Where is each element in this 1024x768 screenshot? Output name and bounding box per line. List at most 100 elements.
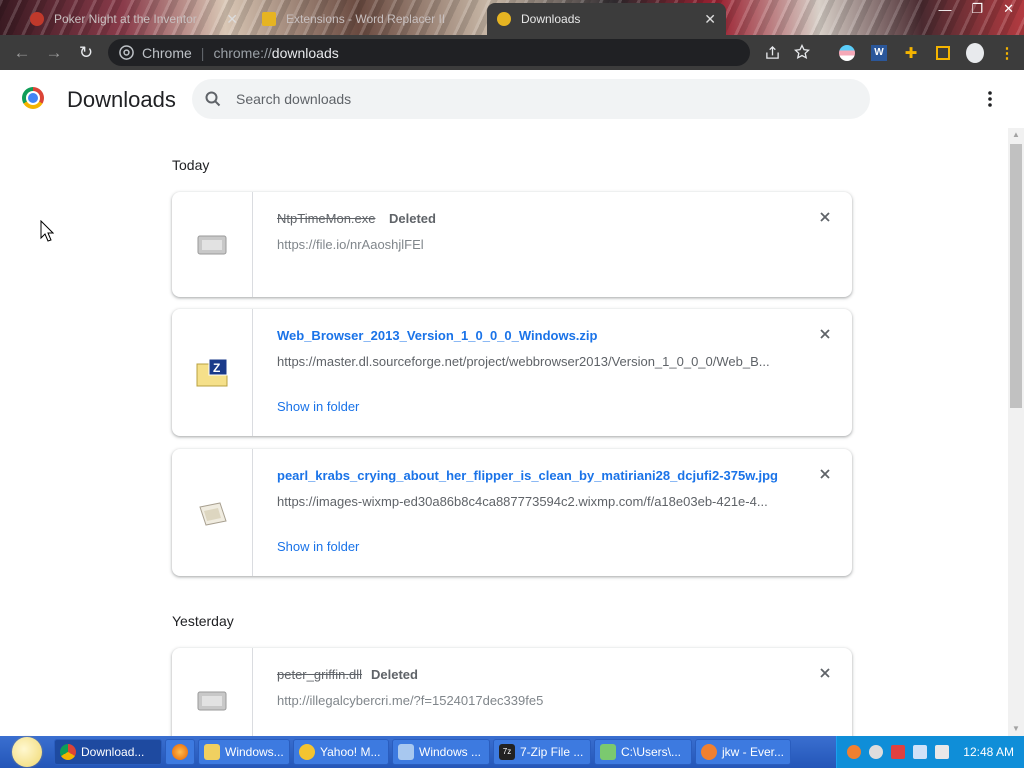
file-url[interactable]: https://master.dl.sourceforge.net/projec… bbox=[277, 354, 777, 369]
svg-text:Z: Z bbox=[213, 361, 220, 375]
image-file-icon bbox=[199, 501, 227, 526]
search-tray-icon[interactable] bbox=[847, 745, 862, 759]
page-scrollbar[interactable]: ▲ ▼ bbox=[1008, 128, 1024, 736]
file-url[interactable]: http://illegalcybercri.me/?f=1524017dec3… bbox=[277, 693, 777, 708]
home-folder-icon bbox=[600, 744, 616, 760]
scroll-down-arrow-icon[interactable]: ▼ bbox=[1008, 722, 1024, 736]
date-header-today: Today bbox=[172, 157, 210, 173]
tab-close-icon[interactable]: ✕ bbox=[704, 11, 716, 28]
browser-toolbar: ← → ↻ Chrome | chrome:// downloads W ✚ ⋮ bbox=[0, 35, 1024, 70]
volume-icon[interactable] bbox=[935, 745, 950, 759]
file-name-link[interactable]: Web_Browser_2013_Version_1_0_0_0_Windows… bbox=[277, 328, 597, 343]
taskbar-button-everything[interactable]: jkw - Ever... bbox=[695, 739, 791, 765]
taskbar-button-users[interactable]: C:\Users\... bbox=[594, 739, 692, 765]
back-icon[interactable]: ← bbox=[6, 43, 38, 63]
tab-close-icon[interactable]: ✕ bbox=[226, 11, 238, 28]
smiley-tray-icon[interactable] bbox=[869, 745, 884, 759]
downloads-header: Downloads bbox=[0, 70, 1024, 128]
file-url[interactable]: https://images-wixmp-ed30a86b8c4ca887773… bbox=[277, 494, 777, 509]
network-warning-icon[interactable] bbox=[891, 745, 906, 759]
bookmark-star-icon[interactable] bbox=[794, 44, 810, 60]
url-scheme: chrome:// bbox=[213, 44, 272, 61]
reload-icon[interactable]: ↻ bbox=[70, 43, 102, 63]
remove-item-icon[interactable] bbox=[818, 210, 832, 224]
taskbar-button-windows-2[interactable]: Windows ... bbox=[392, 739, 490, 765]
chrome-page-icon bbox=[119, 45, 134, 60]
search-icon bbox=[205, 91, 221, 107]
chrome-logo-icon bbox=[22, 87, 44, 109]
file-name-link[interactable]: pearl_krabs_crying_about_her_flipper_is_… bbox=[277, 468, 778, 483]
start-button[interactable] bbox=[0, 736, 54, 768]
more-options-icon[interactable] bbox=[984, 90, 996, 108]
side-panel-icon[interactable] bbox=[934, 44, 952, 62]
puzzle-extensions-icon[interactable]: ✚ bbox=[902, 44, 920, 62]
file-icon-column: Z bbox=[172, 309, 253, 436]
maximize-icon[interactable]: ❐ bbox=[971, 1, 983, 17]
address-bar[interactable]: Chrome | chrome:// downloads bbox=[108, 39, 810, 66]
taskbar-label: jkw - Ever... bbox=[722, 745, 785, 759]
menu-kebab-icon[interactable]: ⋮ bbox=[998, 44, 1016, 62]
show-in-folder-link[interactable]: Show in folder bbox=[277, 399, 359, 414]
download-item: pearl_krabs_crying_about_her_flipper_is_… bbox=[172, 449, 852, 576]
yahoo-messenger-icon bbox=[299, 744, 315, 760]
download-item: peter_griffin.dll Deleted http://illegal… bbox=[172, 648, 852, 736]
download-status: Deleted bbox=[371, 667, 418, 682]
taskbar-button-downloads[interactable]: Download... bbox=[54, 739, 162, 765]
file-name: peter_griffin.dll bbox=[277, 667, 363, 682]
tab-extensions[interactable]: Extensions - Word Replacer II bbox=[252, 3, 482, 35]
show-in-folder-link[interactable]: Show in folder bbox=[277, 539, 359, 554]
taskbar-button-windows-1[interactable]: Windows... bbox=[198, 739, 290, 765]
mouse-cursor-icon bbox=[40, 220, 54, 242]
system-tray: 12:48 AM bbox=[836, 736, 1024, 768]
flag-extension-icon[interactable] bbox=[838, 44, 856, 62]
tab-poker-night[interactable]: Poker Night at the Inventor ✕ bbox=[20, 3, 248, 35]
page-title: Downloads bbox=[67, 87, 176, 112]
monitor-tray-icon[interactable] bbox=[913, 745, 928, 759]
url-path: downloads bbox=[271, 44, 339, 61]
generic-file-icon bbox=[197, 691, 227, 710]
scroll-thumb[interactable] bbox=[1010, 144, 1022, 408]
remove-item-icon[interactable] bbox=[818, 467, 832, 481]
download-status: Deleted bbox=[389, 211, 436, 226]
tab-strip: Poker Night at the Inventor ✕ Extensions… bbox=[0, 0, 1024, 35]
puzzle-icon bbox=[262, 12, 276, 26]
extension-icons: W ✚ ⋮ bbox=[838, 35, 1016, 70]
search-box[interactable] bbox=[192, 79, 870, 119]
profile-avatar-icon[interactable] bbox=[966, 42, 984, 63]
taskbar-label: Windows... bbox=[225, 745, 284, 759]
file-icon-column bbox=[172, 449, 253, 576]
word-replacer-icon[interactable]: W bbox=[870, 44, 888, 62]
taskbar-label: Windows ... bbox=[419, 745, 482, 759]
taskbar-button-firefox[interactable] bbox=[165, 739, 195, 765]
download-icon bbox=[497, 12, 511, 26]
date-header-yesterday: Yesterday bbox=[172, 613, 234, 629]
tab-downloads[interactable]: Downloads ✕ bbox=[487, 3, 726, 35]
download-item: NtpTimeMon.exe Deleted https://file.io/n… bbox=[172, 192, 852, 297]
taskbar-button-yahoo[interactable]: Yahoo! M... bbox=[293, 739, 389, 765]
tab-title: Poker Night at the Inventor bbox=[54, 12, 197, 26]
tab-title: Extensions - Word Replacer II bbox=[286, 12, 446, 26]
close-icon[interactable]: ✕ bbox=[1003, 1, 1014, 17]
file-icon-column bbox=[172, 192, 253, 297]
site-label: Chrome bbox=[142, 44, 192, 61]
file-name: NtpTimeMon.exe bbox=[277, 211, 376, 226]
search-input[interactable] bbox=[236, 91, 836, 107]
scroll-up-arrow-icon[interactable]: ▲ bbox=[1008, 128, 1024, 142]
taskbar-clock[interactable]: 12:48 AM bbox=[963, 745, 1014, 759]
window-icon bbox=[398, 744, 414, 760]
zip-archive-icon: Z bbox=[196, 358, 228, 386]
minimize-icon[interactable]: — bbox=[938, 2, 951, 17]
windows-taskbar: Download... Windows... Yahoo! M... Windo… bbox=[0, 736, 1024, 768]
taskbar-label: C:\Users\... bbox=[621, 745, 682, 759]
share-icon[interactable] bbox=[765, 45, 780, 60]
taskbar-button-7zip[interactable]: 7z 7-Zip File ... bbox=[493, 739, 591, 765]
remove-item-icon[interactable] bbox=[818, 327, 832, 341]
file-url[interactable]: https://file.io/nrAaoshjlFEl bbox=[277, 237, 777, 252]
download-item: Z Web_Browser_2013_Version_1_0_0_0_Windo… bbox=[172, 309, 852, 436]
taskbar-label: Yahoo! M... bbox=[320, 745, 381, 759]
7zip-icon: 7z bbox=[499, 744, 515, 760]
forward-icon[interactable]: → bbox=[38, 43, 70, 63]
remove-item-icon[interactable] bbox=[818, 666, 832, 680]
tab-title: Downloads bbox=[521, 12, 581, 26]
generic-file-icon bbox=[197, 235, 227, 254]
